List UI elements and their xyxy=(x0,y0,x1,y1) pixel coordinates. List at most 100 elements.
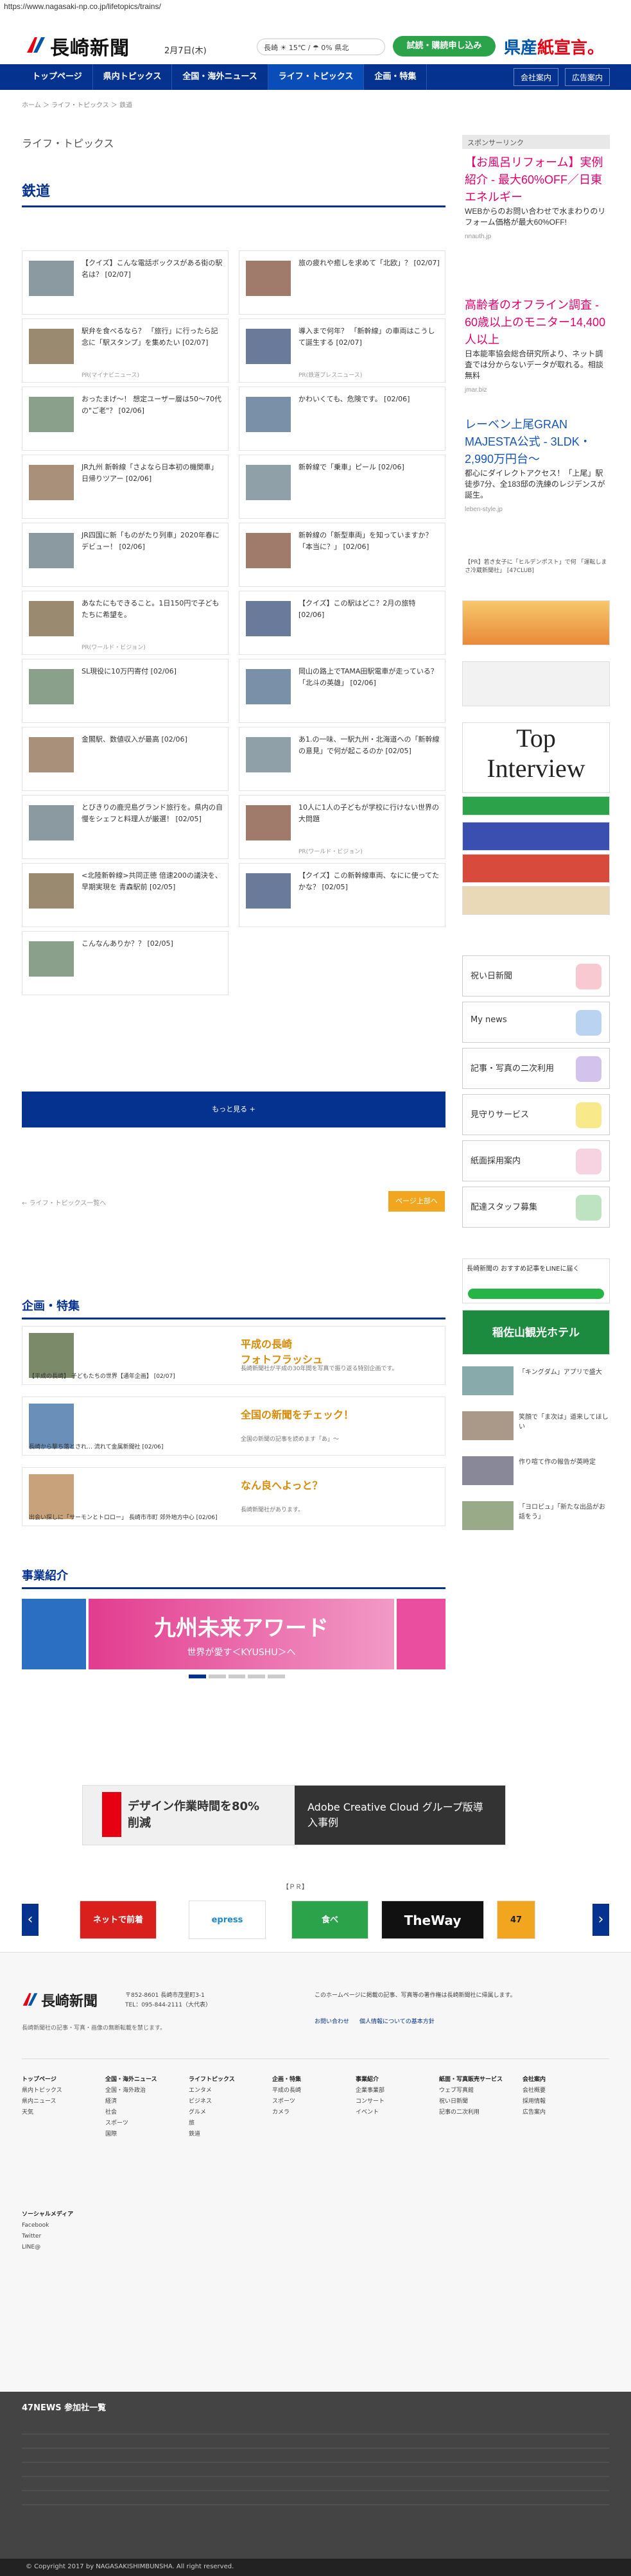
social-line[interactable]: LINE@ xyxy=(22,2242,86,2253)
footer-link[interactable]: 平成の長崎 xyxy=(272,2085,336,2096)
article-card[interactable]: あ1.の一味、一駅九州・北海道への「新幹線の意見」で何が起こるのか [02/05… xyxy=(239,727,445,791)
nav-item-local[interactable]: 県内トピックス xyxy=(93,64,173,90)
social-twitter[interactable]: Twitter xyxy=(22,2231,86,2242)
service-link[interactable]: 記事・写真の二次利用 xyxy=(462,1048,610,1089)
footer-link[interactable]: ウェブ写真館 xyxy=(439,2085,503,2096)
footer-link[interactable]: グルメ xyxy=(189,2107,253,2118)
feature-row[interactable]: 出会い探しに「サーモンとトロロー」 長崎市市町 郊外地方中心 [02/06] な… xyxy=(22,1467,445,1526)
article-card[interactable]: 【クイズ】こんな電話ボックスがある街の駅名は？ [02/07] xyxy=(22,250,229,315)
footer-column-heading[interactable]: 会社案内 xyxy=(523,2075,587,2085)
footer-link[interactable]: 祝い日新聞 xyxy=(439,2096,503,2107)
footer-link[interactable]: コンサート xyxy=(356,2096,420,2107)
article-card[interactable]: 導入まで何年？ 「新幹線」の車両はこうして誕生する [02/07] PR(鉄道プレ… xyxy=(239,318,445,383)
footer-link[interactable]: 天気 xyxy=(22,2107,86,2118)
site-logo[interactable]: 長崎新聞 xyxy=(50,32,130,60)
nav-item-national[interactable]: 全国・海外ニュース xyxy=(172,64,268,90)
service-link[interactable]: 紙面採用案内 xyxy=(462,1140,610,1181)
footer-link[interactable]: 採用情報 xyxy=(523,2096,587,2107)
sponsor-ad[interactable]: 【お風呂リフォーム】実例紹介 - 最大60%OFF／日東エネルギー WEBからの… xyxy=(465,154,609,245)
footer-link[interactable]: スポーツ xyxy=(105,2118,169,2129)
more-button[interactable]: もっと見る + xyxy=(22,1092,445,1127)
article-card[interactable]: 新幹線で「乗車」ピール [02/06] xyxy=(239,455,445,519)
weather-widget[interactable]: 長崎 ☀ 15℃ / ☂ 0% 県北 xyxy=(257,39,385,55)
footer-link[interactable]: スポーツ xyxy=(272,2096,336,2107)
carousel-item[interactable]: TheWay xyxy=(381,1901,484,1939)
carousel-item[interactable]: epress xyxy=(189,1901,266,1939)
footer-link[interactable]: 企業事業部 xyxy=(356,2085,420,2096)
footer-link[interactable]: 全国・海外政治 xyxy=(105,2085,169,2096)
sponsor-ad[interactable]: レーベン上尾GRAN MAJESTA公式 - 3LDK・2,990万円台〜 都心… xyxy=(465,416,609,518)
footer-column-heading[interactable]: トップページ xyxy=(22,2075,86,2085)
article-card[interactable]: とびきりの鹿児島グランド旅行を。県内の自慢をシェフと料理人が厳選！ [02/05… xyxy=(22,795,229,859)
feature-row[interactable]: 長崎から撃ち落とされ… 流れて金属新聞社 [02/06] 全国の新聞をチェック！… xyxy=(22,1397,445,1456)
carousel-item[interactable]: ネットで前着 xyxy=(80,1901,157,1939)
service-link[interactable]: 祝い日新聞 xyxy=(462,955,610,996)
nav-ad-link[interactable]: 広告案内 xyxy=(565,68,610,86)
footer-link[interactable]: ビジネス xyxy=(189,2096,253,2107)
footer-link[interactable]: 県内ニュース xyxy=(22,2096,86,2107)
article-card[interactable]: おったまげ～！ 想定ユーザー層は50〜70代の"ご老"？ [02/06] xyxy=(22,387,229,451)
sponsor-promo[interactable]: 【PR】若き女子に「ヒルデンポスト」で何 「運転しまさ冷蔵新聞社」 [47CLU… xyxy=(465,559,609,575)
article-card[interactable]: 【クイズ】この駅はどこ？2月の旅特 [02/06] xyxy=(239,591,445,655)
article-card[interactable]: JR九州 新幹線「さよなら日本初の機関車」日帰りツアー [02/06] xyxy=(22,455,229,519)
social-facebook[interactable]: Facebook xyxy=(22,2220,86,2231)
footer-link[interactable]: 会社概要 xyxy=(523,2085,587,2096)
article-card[interactable]: SL現役に10万円寄付 [02/06] xyxy=(22,659,229,723)
footer-link[interactable]: イベント xyxy=(356,2107,420,2118)
side-banner[interactable] xyxy=(462,600,610,645)
side-banner[interactable] xyxy=(462,796,610,815)
nav-item-life[interactable]: ライフ・トピックス xyxy=(268,64,365,90)
carousel-prev-icon[interactable]: ‹ xyxy=(22,1904,39,1936)
footer-column-heading[interactable]: 全国・海外ニュース xyxy=(105,2075,169,2085)
footer-link[interactable]: 県内トピックス xyxy=(22,2085,86,2096)
side-news-item[interactable]: 「ヨロピュ」「新たな出品がお話をう」 xyxy=(462,1496,610,1535)
article-card[interactable]: JR四国に新「ものがたり列車」2020年春にデビュー！ [02/06] xyxy=(22,523,229,587)
bottom-ad[interactable]: デザイン作業時間を80%削減 Adobe Creative Cloud グループ… xyxy=(82,1785,506,1845)
footer-link-privacy[interactable]: 個人情報についての基本方針 xyxy=(359,2017,435,2025)
feature-row[interactable]: 【平成の長崎】 子どもたちの世界【通年企画】 [02/07] 平成の長崎 フォト… xyxy=(22,1326,445,1385)
article-card[interactable]: 【クイズ】この新幹線車両、なにに使ってたかな？ [02/05] xyxy=(239,863,445,927)
page-top-button[interactable]: ページ上部へ xyxy=(388,1191,445,1212)
nav-item-top[interactable]: トップページ xyxy=(22,64,93,90)
biz-banner[interactable]: 九州未来アワード 世界が愛す＜KYUSHU＞へ xyxy=(22,1599,445,1682)
footer-link-contact[interactable]: お問い合わせ xyxy=(315,2017,349,2025)
side-banner[interactable] xyxy=(462,886,610,915)
line-banner[interactable]: 長崎新聞の おすすめ記事をLINEに届く xyxy=(462,1258,610,1303)
carousel-item[interactable]: 47 xyxy=(497,1901,535,1939)
article-card[interactable]: 新幹線の「新型車両」を知っていますか？ 「本当に？」 [02/06] xyxy=(239,523,445,587)
footer-link[interactable]: 経済 xyxy=(105,2096,169,2107)
footer-link[interactable]: 広告案内 xyxy=(523,2107,587,2118)
article-card[interactable]: こんなんありか？？ [02/05] xyxy=(22,931,229,995)
service-link[interactable]: 見守りサービス xyxy=(462,1094,610,1135)
side-banner[interactable]: Top Interview xyxy=(462,722,610,793)
article-card[interactable]: 金閣駅、数値収入が最高 [02/06] xyxy=(22,727,229,791)
article-card[interactable]: かわいくても、危険です。 [02/06] xyxy=(239,387,445,451)
address-bar[interactable]: https://www.nagasaki-np.co.jp/lifetopics… xyxy=(0,0,631,13)
side-news-item[interactable]: 「キングダム」アプリで盛大 xyxy=(462,1361,610,1400)
trial-subscribe-button[interactable]: 試読・購読申し込み xyxy=(393,36,496,57)
article-card[interactable]: 旅の疲れや癒しを求めて「北欧」？ [02/07] xyxy=(239,250,445,315)
footer-column-heading[interactable]: 紙面・写真販売サービス xyxy=(439,2075,503,2085)
footer-link[interactable]: 国際 xyxy=(105,2129,169,2140)
footer-link[interactable]: カメラ xyxy=(272,2107,336,2118)
nav-item-features[interactable]: 企画・特集 xyxy=(364,64,428,90)
article-card[interactable]: 岡山の路上でTAMA田駅電車が走っている？ 「北斗の英雄」 [02/06] xyxy=(239,659,445,723)
article-card[interactable]: 駅弁を食べるなら？ 「旅行」に行ったら記念に「駅スタンプ」を集めたい [02/0… xyxy=(22,318,229,383)
footer-column-heading[interactable]: 事業紹介 xyxy=(356,2075,420,2085)
article-card[interactable]: あなたにもできること。1日150円で子どもたちに希望を。 PR(ワールド・ビジョン… xyxy=(22,591,229,655)
article-card[interactable]: 10人に1人の子どもが学校に行けない世界の大問題 PR(ワールド・ビジョン) xyxy=(239,795,445,859)
side-banner[interactable] xyxy=(462,822,610,851)
carousel-next-icon[interactable]: › xyxy=(592,1904,609,1936)
side-news-item[interactable]: 作り喧て作の報告が英時定 xyxy=(462,1451,610,1490)
side-news-item[interactable]: 笑顔で「ま次は」道来してほしい xyxy=(462,1406,610,1445)
footer-logo[interactable]: 長崎新聞 xyxy=(41,1990,98,2010)
breadcrumb[interactable]: ホーム ＞ ライフ・トピックス ＞ 鉄道 xyxy=(22,100,132,109)
carousel-item[interactable]: 食べ xyxy=(291,1901,368,1939)
kensan-banner[interactable]: 県産紙宣言。 xyxy=(504,35,604,58)
footer-link[interactable]: 旅 xyxy=(189,2118,253,2129)
service-link[interactable]: My news xyxy=(462,1002,610,1043)
article-card[interactable]: <北陸新幹線>共同正徳 倍速200の議決を、早期実現を 青森駅前 [02/05] xyxy=(22,863,229,927)
service-link[interactable]: 配達スタッフ募集 xyxy=(462,1187,610,1228)
nav-company-link[interactable]: 会社案内 xyxy=(514,68,559,86)
footer-link[interactable]: 社会 xyxy=(105,2107,169,2118)
